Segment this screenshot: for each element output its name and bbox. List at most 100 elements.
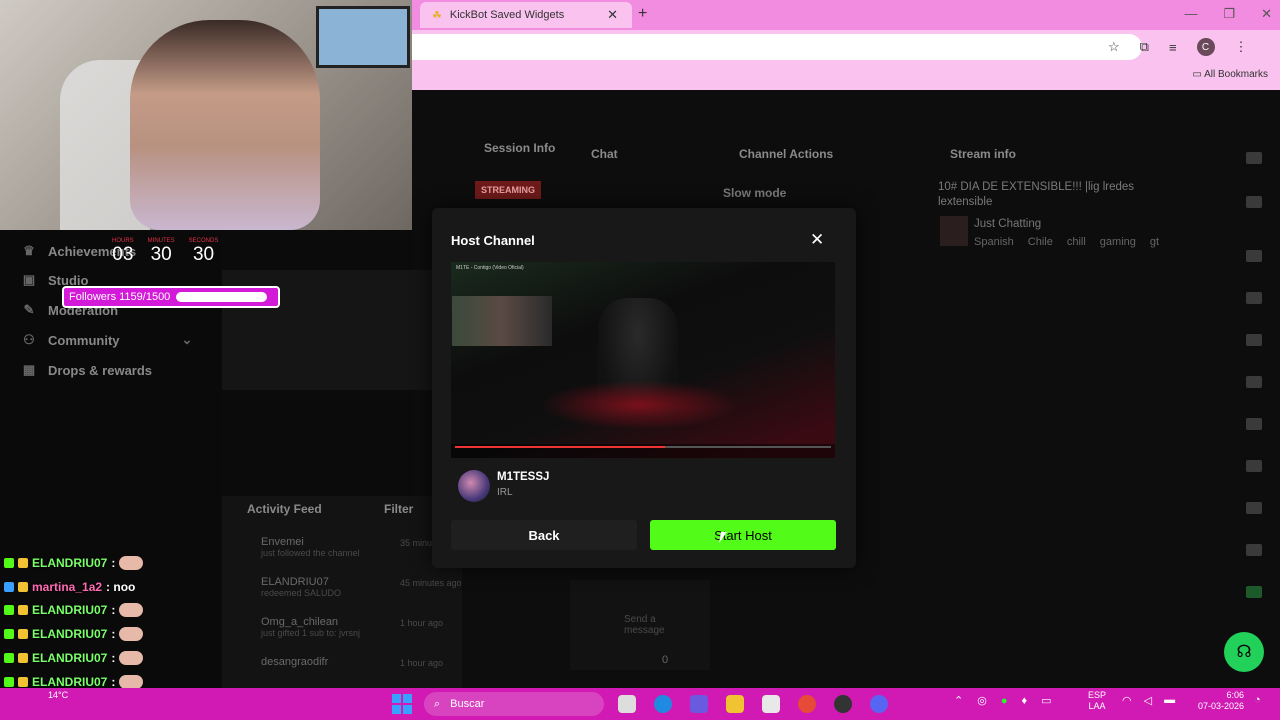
toolbar-icons: ☆ ⧉ ≡ C ⋮ (1108, 38, 1248, 56)
close-window-icon[interactable]: ✕ (1261, 6, 1272, 22)
stream-tags: Spanish Chile chill gaming gt (974, 236, 1159, 248)
status-dot-icon[interactable]: ● (1001, 695, 1008, 707)
chat-username: martina_1a2 (32, 579, 103, 594)
activity-time: 1 hour ago (400, 658, 444, 668)
chat-badge-icon (4, 629, 14, 640)
new-tab-button[interactable]: + (638, 5, 647, 23)
chat-header: Chat (591, 147, 618, 161)
menu-kebab-icon[interactable]: ⋮ (1235, 39, 1248, 55)
chat-separator: : (111, 627, 116, 642)
windows-start-icon[interactable] (392, 694, 412, 714)
chat-badge-icon (18, 676, 28, 687)
mic-icon[interactable]: ♦ (1021, 695, 1027, 707)
chat-line: ELANDRIU07: (4, 556, 144, 570)
channel-actions-header: Channel Actions (739, 147, 834, 161)
chat-badge-icon (4, 676, 14, 687)
slow-mode-item[interactable]: Slow mode (723, 186, 786, 200)
clip-icon[interactable] (1246, 334, 1262, 346)
chat-separator: : (111, 556, 116, 570)
store-icon[interactable] (762, 695, 780, 713)
browser-tab[interactable]: ☘ KickBot Saved Widgets ✕ (420, 2, 632, 28)
file-explorer-icon[interactable] (726, 695, 744, 713)
chat-separator: : (111, 650, 116, 665)
chat-line: ELANDRIU07: (4, 650, 144, 665)
tab-close-icon[interactable]: ✕ (607, 7, 618, 23)
search-icon: ⌕ (434, 697, 441, 710)
edit-icon[interactable] (1246, 196, 1262, 208)
settings-icon[interactable] (1246, 544, 1262, 556)
volume-icon: ◁ (1143, 695, 1153, 707)
back-button[interactable]: Back (451, 520, 637, 550)
broadcast-icon[interactable] (1246, 418, 1262, 430)
send-message-input[interactable]: Send a message (624, 614, 684, 636)
tag: chill (1066, 236, 1086, 248)
hours-value: 03 (112, 244, 134, 265)
stream-category: Just Chatting (974, 218, 1042, 230)
url-input[interactable] (412, 34, 1142, 60)
all-bookmarks[interactable]: ▭ All Bookmarks (1192, 69, 1268, 80)
chat-line: ELANDRIU07: (4, 627, 144, 642)
layout-icon[interactable] (1246, 460, 1262, 472)
quick-settings[interactable]: ◠ ◁ ▬ (1122, 694, 1175, 707)
followers-text: Followers 1159/1500 (69, 291, 171, 303)
chat-badge-icon (4, 605, 14, 616)
green-widget-icon[interactable] (1246, 586, 1262, 598)
start-host-button[interactable]: Start Host (650, 520, 836, 550)
chrome-icon[interactable] (798, 695, 816, 713)
followers-goal: Followers 1159/1500 (62, 286, 280, 308)
minutes-value: 30 (150, 244, 172, 265)
tools-icon[interactable] (1246, 502, 1262, 514)
bookmarks-bar (412, 64, 1280, 90)
edge-icon[interactable] (654, 695, 672, 713)
chat-emote-icon (119, 556, 144, 570)
chat-username: ELANDRIU07 (32, 674, 108, 689)
widget-icon[interactable] (1246, 250, 1262, 262)
chat-separator: : (111, 603, 116, 618)
filter-button[interactable]: Filter (384, 502, 413, 516)
activity-time: 45 minutes ago (400, 578, 462, 588)
info-icon[interactable] (1246, 152, 1262, 164)
webcam-tv (316, 6, 410, 68)
support-headset-icon[interactable]: ☊ (1224, 632, 1264, 672)
sidebar-item-drops[interactable]: ▦ Drops & rewards (22, 362, 152, 378)
host-channel-category: IRL (497, 487, 513, 498)
chat-badge-icon (18, 581, 28, 592)
avatar (458, 470, 490, 502)
bookmark-star-icon[interactable]: ☆ (1108, 39, 1120, 55)
maximize-icon[interactable]: ❐ (1223, 6, 1235, 22)
clock-time: 6:06 (1226, 690, 1244, 700)
sidebar-item-community[interactable]: ⚇ Community ⌄ (22, 332, 192, 348)
seconds-value: 30 (192, 244, 215, 265)
all-bookmarks-label: All Bookmarks (1204, 69, 1268, 80)
profile-avatar[interactable]: C (1196, 38, 1215, 56)
system-clock[interactable]: 6:06 07-03-2026 (1192, 690, 1244, 712)
weather-widget[interactable]: 14°C (48, 690, 68, 700)
minimize-icon[interactable]: — (1184, 6, 1197, 22)
chat-username: ELANDRIU07 (32, 627, 108, 642)
host-channel-name: M1TESSJ (497, 471, 550, 483)
bolt-icon[interactable] (1246, 292, 1262, 304)
chat-emote-icon (119, 627, 144, 642)
chat-emote-icon (119, 674, 144, 689)
chat-badge-icon (18, 652, 28, 663)
chat-message: : noo (106, 579, 136, 594)
task-view-icon[interactable] (618, 695, 636, 713)
modal-title: Host Channel (451, 233, 535, 248)
media-icon[interactable]: ≡ (1169, 40, 1177, 55)
notifications-icon[interactable]: ◔ (1254, 694, 1261, 706)
language-indicator[interactable]: ESP LAA (1088, 690, 1106, 712)
monitor-icon[interactable]: ▭ (1041, 694, 1051, 707)
system-tray: ⌃ ◎ ● ♦ ▭ (954, 694, 1052, 708)
app-tray-icon[interactable]: ◎ (977, 694, 987, 707)
taskbar-search[interactable]: ⌕ Buscar (424, 692, 604, 716)
people-icon: ⚇ (23, 332, 35, 347)
extensions-icon[interactable]: ⧉ (1140, 39, 1149, 55)
tag: gaming (1099, 236, 1136, 248)
discord-icon[interactable] (870, 695, 888, 713)
obs-icon[interactable] (834, 695, 852, 713)
chevron-up-icon[interactable]: ⌃ (954, 694, 963, 707)
close-icon[interactable]: ✕ (810, 230, 824, 250)
activity-feed-header: Activity Feed (247, 502, 322, 516)
copilot-icon[interactable] (690, 695, 708, 713)
chat-icon[interactable] (1246, 376, 1262, 388)
